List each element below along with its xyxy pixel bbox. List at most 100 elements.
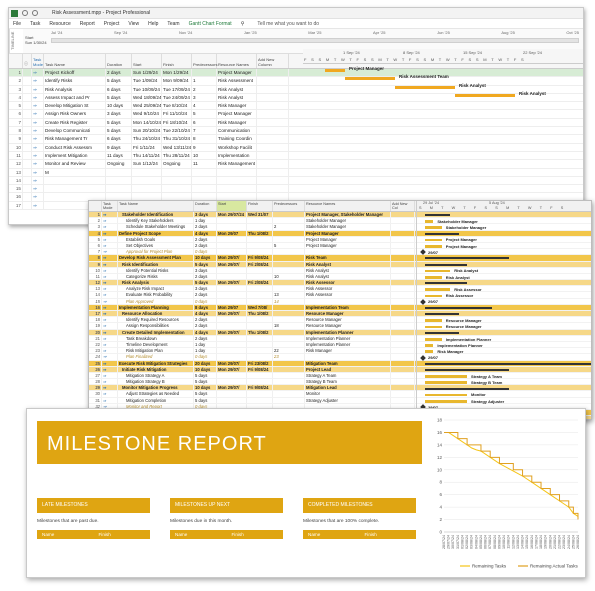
start-cell[interactable]: Mon 29/07 xyxy=(217,304,247,310)
finish-cell[interactable]: Fri 9/08/24 xyxy=(247,385,273,391)
finish-cell[interactable]: Thu 1/08/2 xyxy=(247,311,273,317)
predecessors-cell[interactable] xyxy=(273,249,305,255)
duration-cell[interactable]: 1 day xyxy=(194,218,217,224)
tab-report[interactable]: Report xyxy=(80,21,95,27)
task-name-cell[interactable]: Identify Required Resources xyxy=(118,317,194,323)
finish-cell[interactable] xyxy=(247,372,273,379)
resource-cell[interactable]: Risk Management xyxy=(217,160,257,168)
row-id[interactable]: 13 xyxy=(89,286,102,292)
finish-cell[interactable] xyxy=(247,242,273,249)
add-column-cell[interactable] xyxy=(257,160,289,168)
start-cell[interactable]: Mon 29/07/ xyxy=(217,366,247,372)
resource-cell[interactable] xyxy=(217,185,257,193)
finish-cell[interactable] xyxy=(247,249,273,255)
duration-cell[interactable]: 2 days xyxy=(194,236,217,242)
resource-cell[interactable]: Project Lead xyxy=(305,366,391,372)
row-id[interactable]: 11 xyxy=(89,273,102,280)
gantt-summary-bar[interactable] xyxy=(425,313,459,316)
resource-cell[interactable]: Training Coordin xyxy=(217,135,257,143)
col-header-start[interactable]: Start xyxy=(217,201,247,211)
finish-cell[interactable] xyxy=(162,176,192,185)
add-column-cell[interactable] xyxy=(391,292,415,298)
duration-cell[interactable]: 5 days xyxy=(106,77,132,85)
col-header-resource-names[interactable]: Resource Names xyxy=(305,201,391,211)
resource-cell[interactable]: Project Manager xyxy=(217,110,257,118)
gantt-summary-bar[interactable] xyxy=(425,263,467,266)
gantt-task-bar[interactable] xyxy=(425,381,467,384)
add-column-cell[interactable] xyxy=(391,267,415,273)
start-cell[interactable] xyxy=(217,273,247,280)
task-mode-icon[interactable]: ⇒ xyxy=(102,323,118,329)
predecessors-cell[interactable]: 8 xyxy=(192,135,217,143)
gantt-task-bar[interactable] xyxy=(425,238,442,242)
finish-cell[interactable] xyxy=(247,292,273,298)
resource-cell[interactable]: Risk Analyst xyxy=(305,273,391,280)
task-name-cell[interactable]: Create Detailed Implementation xyxy=(118,329,194,335)
start-cell[interactable]: Sun 20/10/24 xyxy=(132,127,162,135)
task-name-cell[interactable]: Categorize Risks xyxy=(118,273,194,280)
predecessors-cell[interactable] xyxy=(273,304,305,310)
tell-me-input[interactable]: Tell me what you want to do xyxy=(257,21,319,27)
resource-cell[interactable]: Risk Analyst xyxy=(305,261,391,267)
task-name-cell[interactable]: Implementation Planning xyxy=(118,304,194,310)
add-column-cell[interactable] xyxy=(257,143,289,151)
task-name-cell[interactable]: Monitor Mitigation Progress xyxy=(118,385,194,391)
task-name-cell[interactable]: Mitigation Completion xyxy=(118,397,194,403)
duration-cell[interactable]: Ongoing xyxy=(106,160,132,168)
start-cell[interactable] xyxy=(217,379,247,385)
predecessors-cell[interactable]: 3 xyxy=(192,93,217,102)
gantt-summary-bar[interactable] xyxy=(425,362,591,365)
task-name-cell[interactable]: Execute Risk Mitigation Strategies xyxy=(118,360,194,366)
duration-cell[interactable]: 20 days xyxy=(194,360,217,366)
task-name-cell[interactable] xyxy=(44,176,106,185)
finish-cell[interactable] xyxy=(247,354,273,360)
duration-cell[interactable]: 2 days xyxy=(194,292,217,298)
row-id[interactable]: 7 xyxy=(9,118,23,127)
gantt-bar-risk-analysis[interactable] xyxy=(395,86,455,89)
task-name-cell[interactable]: Assess Impact and Pr xyxy=(44,93,106,102)
predecessors-cell[interactable] xyxy=(273,230,305,236)
predecessors-cell[interactable]: 18 xyxy=(273,323,305,329)
start-cell[interactable] xyxy=(217,224,247,230)
start-cell[interactable]: Thu 24/10/24 xyxy=(132,135,162,143)
task-name-cell[interactable]: Identify Key Stakeholders xyxy=(118,218,194,224)
task-mode-icon[interactable]: ⇒ xyxy=(32,110,44,118)
predecessors-cell[interactable] xyxy=(192,168,217,176)
duration-cell[interactable]: 9 days xyxy=(106,143,132,151)
finish-cell[interactable]: Wed 31/07 xyxy=(247,212,273,218)
add-column-cell[interactable] xyxy=(391,242,415,249)
predecessors-cell[interactable] xyxy=(273,397,305,403)
undo-icon[interactable] xyxy=(22,10,28,16)
add-column-cell[interactable] xyxy=(391,212,415,218)
add-column-cell[interactable] xyxy=(391,341,415,348)
add-column-cell[interactable] xyxy=(391,348,415,354)
task-name-cell[interactable]: Project Kickoff xyxy=(44,69,106,77)
finish-cell[interactable]: Fri 9/08/24 xyxy=(247,255,273,261)
task-name-cell[interactable]: Conduct Risk Assessm xyxy=(44,143,106,151)
resource-cell[interactable]: Project Manager xyxy=(217,69,257,77)
duration-cell[interactable]: 2 days xyxy=(194,323,217,329)
start-cell[interactable] xyxy=(217,267,247,273)
predecessors-cell[interactable] xyxy=(273,385,305,391)
finish-cell[interactable]: Fri 2/08/24 xyxy=(247,261,273,267)
row-id[interactable]: 28 xyxy=(89,379,102,385)
row-id[interactable]: 8 xyxy=(9,127,23,135)
gantt-task-bar[interactable] xyxy=(425,338,442,341)
task-name-cell[interactable] xyxy=(44,185,106,193)
duration-cell[interactable]: 3 days xyxy=(194,267,217,273)
task-mode-icon[interactable]: ⇒ xyxy=(32,127,44,135)
gantt-task-bar[interactable] xyxy=(425,245,442,248)
row-id[interactable]: 1 xyxy=(9,69,23,77)
start-cell[interactable]: Tue 1/09/24 xyxy=(132,77,162,85)
row-id[interactable]: 26 xyxy=(89,366,102,372)
task-mode-icon[interactable]: ⇒ xyxy=(32,176,44,185)
duration-cell[interactable]: 4 days xyxy=(194,311,217,317)
start-cell[interactable]: Mon 29/07/ xyxy=(217,255,247,261)
predecessors-cell[interactable] xyxy=(273,391,305,397)
finish-cell[interactable]: Wed 13/11/24 xyxy=(162,143,192,151)
task-name-cell[interactable]: Risk Analysis xyxy=(118,280,194,286)
add-column-cell[interactable] xyxy=(391,236,415,242)
task-mode-icon[interactable]: ⇒ xyxy=(102,366,118,372)
duration-cell[interactable]: 1 day xyxy=(194,348,217,354)
row-id[interactable]: 30 xyxy=(89,391,102,397)
